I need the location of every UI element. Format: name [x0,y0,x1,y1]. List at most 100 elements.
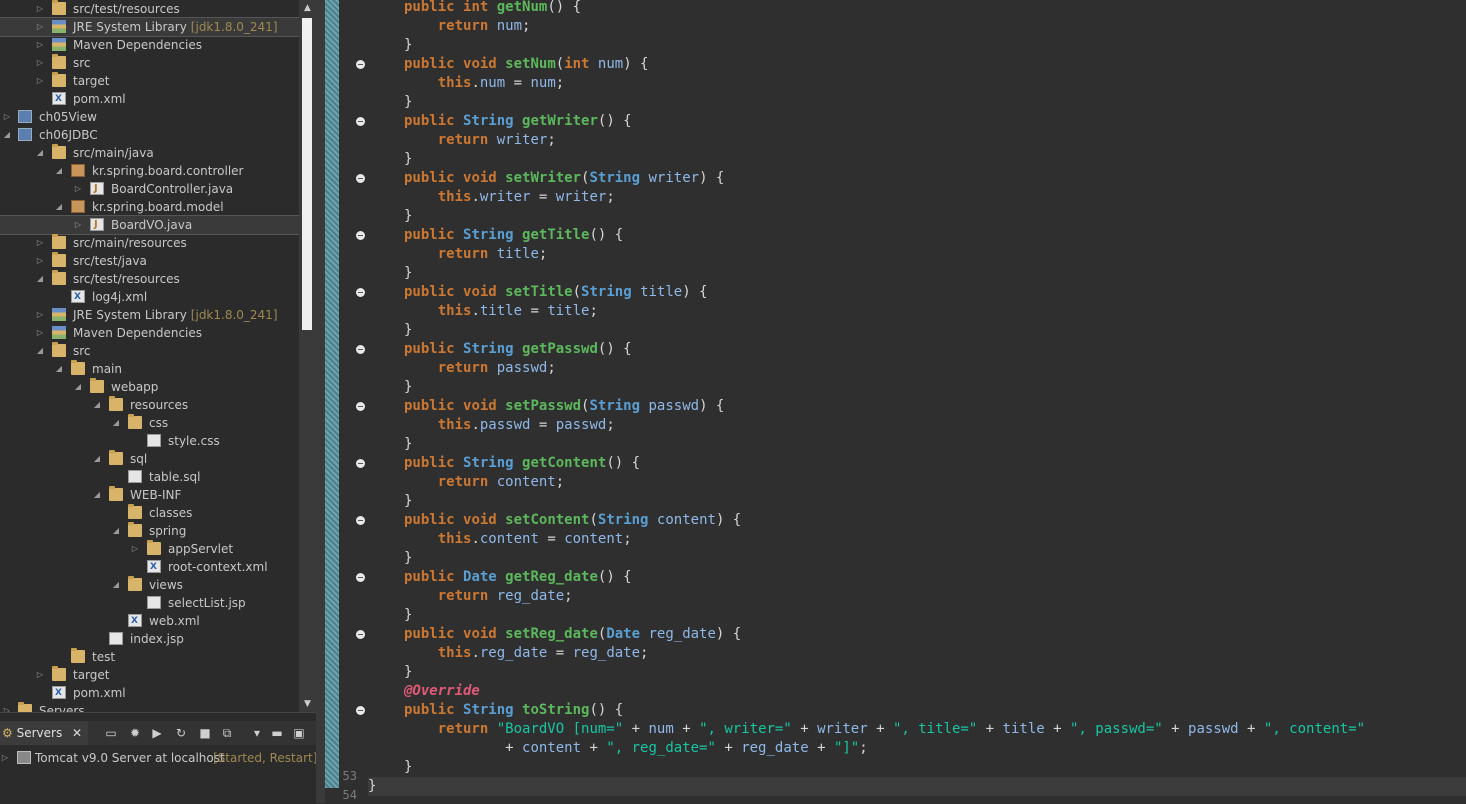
code-line[interactable]: } [368,207,1466,226]
expand-twisty-icon[interactable]: ▷ [73,216,83,234]
tree-item[interactable]: ▷ ch05View [0,108,299,126]
tree-item[interactable]: pom.xml [0,90,299,108]
collapse-twisty-icon[interactable]: ◢ [54,198,64,216]
fold-toggle-icon[interactable] [356,345,365,354]
view-menu-icon[interactable]: ▾ [250,726,264,740]
tree-item[interactable]: ◢ kr.spring.board.controller [0,162,299,180]
debug-server-icon[interactable]: ✹ [128,726,142,740]
expand-twisty-icon[interactable]: ▷ [35,18,45,36]
fold-toggle-icon[interactable] [356,174,365,183]
code-line[interactable]: return num; [368,17,1466,36]
stop-server-icon[interactable]: ■ [198,726,212,740]
tree-item[interactable]: ◢ views [0,576,299,594]
tree-item[interactable]: ▷ src/test/java [0,252,299,270]
tree-item[interactable]: ◢ src/main/java [0,144,299,162]
code-line[interactable]: return "BoardVO [num=" + num + ", writer… [368,720,1466,739]
expand-twisty-icon[interactable]: ▷ [35,234,45,252]
code-line[interactable]: this.content = content; [368,530,1466,549]
profile-server-icon[interactable]: ↻ [174,726,188,740]
fold-toggle-icon[interactable] [356,288,365,297]
code-line[interactable]: public String getContent() { [368,454,1466,473]
tree-item[interactable]: ▷ src/test/resources [0,0,299,18]
tree-item[interactable]: ◢ resources [0,396,299,414]
collapse-twisty-icon[interactable]: ◢ [35,270,45,288]
code-line[interactable]: public void setPasswd(String passwd) { [368,397,1466,416]
tree-item[interactable]: ◢ WEB-INF [0,486,299,504]
code-line[interactable]: this.passwd = passwd; [368,416,1466,435]
fold-toggle-icon[interactable] [356,573,365,582]
tree-item[interactable]: ▷ target [0,666,299,684]
tree-item[interactable]: ▷ JRE System Library [jdk1.8.0_241] [0,17,299,37]
code-line[interactable]: public String toString() { [368,701,1466,720]
collapse-twisty-icon[interactable]: ◢ [111,576,121,594]
code-line[interactable]: } [368,378,1466,397]
tree-item[interactable]: ▷ BoardController.java [0,180,299,198]
tree-item[interactable]: web.xml [0,612,299,630]
scroll-up-arrow-icon[interactable]: ▲ [299,0,316,16]
code-line[interactable] [368,796,1466,803]
code-line[interactable]: public String getPasswd() { [368,340,1466,359]
tree-item[interactable]: ◢ ch06JDBC [0,126,299,144]
code-line[interactable]: this.num = num; [368,74,1466,93]
collapse-twisty-icon[interactable]: ◢ [111,414,121,432]
code-line[interactable]: return writer; [368,131,1466,150]
tree-item[interactable]: ▷ appServlet [0,540,299,558]
code-line[interactable]: public void setContent(String content) { [368,511,1466,530]
fold-toggle-icon[interactable] [356,117,365,126]
start-server-icon[interactable]: ▶ [150,726,164,740]
code-line[interactable]: public String getWriter() { [368,112,1466,131]
expand-twisty-icon[interactable]: ▷ [2,108,12,126]
tree-item[interactable]: ◢ src/test/resources [0,270,299,288]
tree-item[interactable]: ▷ src/main/resources [0,234,299,252]
collapse-twisty-icon[interactable]: ◢ [92,486,102,504]
code-line[interactable]: } [368,435,1466,454]
scroll-down-arrow-icon[interactable]: ▼ [299,696,316,712]
expand-twisty-icon[interactable]: ▷ [35,252,45,270]
collapse-twisty-icon[interactable]: ◢ [73,378,83,396]
minimize-icon[interactable]: ▬ [270,726,284,740]
code-line[interactable]: this.writer = writer; [368,188,1466,207]
code-editor[interactable]: 53 54 public int getNum() { return num;}… [325,0,1466,803]
fold-toggle-icon[interactable] [356,516,365,525]
tab-servers[interactable]: ⚙ Servers ✕ [0,721,89,745]
collapse-twisty-icon[interactable]: ◢ [35,342,45,360]
expand-twisty-icon[interactable]: ▷ [35,72,45,90]
code-line[interactable]: } [368,36,1466,55]
tree-item[interactable]: ▷ target [0,72,299,90]
expand-twisty-icon[interactable]: ▷ [35,306,45,324]
tree-item[interactable]: test [0,648,299,666]
fold-toggle-icon[interactable] [356,402,365,411]
tree-item[interactable]: ▷ Maven Dependencies [0,324,299,342]
expand-twisty-icon[interactable]: ▷ [35,0,45,18]
tree-item[interactable]: ▷ Maven Dependencies [0,36,299,54]
fold-toggle-icon[interactable] [356,231,365,240]
expand-twisty-icon[interactable]: ▷ [35,324,45,342]
tree-item[interactable]: ◢ main [0,360,299,378]
code-line[interactable]: @Override [368,682,1466,701]
view-splitter[interactable] [316,0,325,803]
code-line[interactable]: public void setNum(int num) { [368,55,1466,74]
fold-toggle-icon[interactable] [356,459,365,468]
tree-item[interactable]: ◢ kr.spring.board.model [0,198,299,216]
tree-item[interactable]: style.css [0,432,299,450]
code-line[interactable]: } [368,606,1466,625]
collapse-twisty-icon[interactable]: ◢ [35,144,45,162]
code-line[interactable]: public void setReg_date(Date reg_date) { [368,625,1466,644]
tree-item[interactable]: table.sql [0,468,299,486]
tree-item[interactable]: root-context.xml [0,558,299,576]
collapse-twisty-icon[interactable]: ◢ [92,450,102,468]
code-line[interactable]: public int getNum() { [368,0,1466,17]
tree-item[interactable]: ▷ Servers [0,702,299,712]
tree-item[interactable]: ◢ css [0,414,299,432]
close-tab-icon[interactable]: ✕ [72,726,82,740]
collapse-icon[interactable]: ▭ [104,726,118,740]
expand-twisty-icon[interactable]: ▷ [35,36,45,54]
maximize-icon[interactable]: ▣ [292,726,306,740]
code-line[interactable]: } [368,549,1466,568]
code-line[interactable]: } [368,663,1466,682]
tree-item[interactable]: ◢ spring [0,522,299,540]
tree-item[interactable]: index.jsp [0,630,299,648]
code-line[interactable]: this.title = title; [368,302,1466,321]
code-line[interactable]: public void setTitle(String title) { [368,283,1466,302]
code-line[interactable]: } [368,150,1466,169]
